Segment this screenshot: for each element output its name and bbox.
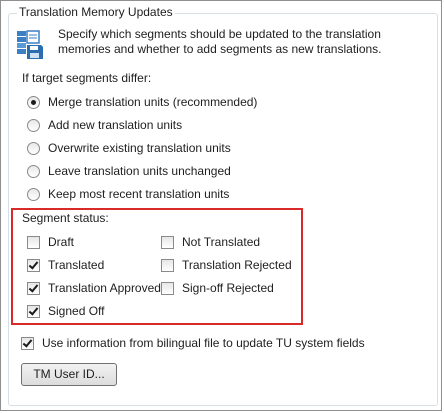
radio-merge-label: Merge translation units (recommended): [48, 95, 258, 109]
radio-keep-recent-label: Keep most recent translation units: [48, 187, 230, 201]
segment-status-label: Segment status:: [22, 211, 109, 225]
tm-user-id-button[interactable]: TM User ID...: [21, 363, 117, 386]
radio-add-new[interactable]: Add new translation units: [27, 117, 182, 133]
checkbox-signed-off[interactable]: Signed Off: [27, 303, 104, 319]
checkbox-draft-label: Draft: [48, 235, 75, 249]
radio-overwrite-label: Overwrite existing translation units: [48, 141, 231, 155]
radio-overwrite[interactable]: Overwrite existing translation units: [27, 140, 231, 156]
checkbox-translation-approved-label: Translation Approved: [48, 281, 161, 295]
checkbox-translation-approved[interactable]: Translation Approved: [27, 280, 161, 296]
checkbox-translated[interactable]: Translated: [27, 257, 104, 273]
radio-leave-unchanged[interactable]: Leave translation units unchanged: [27, 163, 231, 179]
checkbox-signoff-rejected-label: Sign-off Rejected: [182, 281, 274, 295]
radio-merge[interactable]: Merge translation units (recommended): [27, 94, 257, 110]
group-title: Translation Memory Updates: [17, 5, 175, 19]
checkbox-translation-rejected-box[interactable]: [161, 258, 174, 272]
target-differ-label: If target segments differ:: [22, 71, 152, 85]
checkbox-not-translated-label: Not Translated: [182, 235, 261, 249]
checkbox-use-bilingual-info[interactable]: Use information from bilingual file to u…: [21, 335, 365, 351]
checkbox-translated-box[interactable]: [27, 258, 40, 272]
tm-database-icon: [17, 30, 43, 59]
checkbox-use-bilingual-info-box[interactable]: [21, 336, 34, 350]
checkbox-translation-rejected[interactable]: Translation Rejected: [161, 257, 292, 273]
checkbox-signed-off-box[interactable]: [27, 304, 40, 318]
radio-keep-recent[interactable]: Keep most recent translation units: [27, 186, 229, 202]
checkbox-not-translated-box[interactable]: [161, 235, 174, 249]
checkbox-translation-rejected-label: Translation Rejected: [182, 258, 292, 272]
radio-leave-unchanged-label: Leave translation units unchanged: [48, 164, 231, 178]
checkbox-signed-off-label: Signed Off: [48, 304, 105, 318]
checkbox-translated-label: Translated: [48, 258, 105, 272]
group-description: Specify which segments should be updated…: [58, 27, 382, 56]
radio-merge-indicator[interactable]: [27, 95, 40, 109]
checkbox-not-translated[interactable]: Not Translated: [161, 234, 260, 250]
checkbox-draft[interactable]: Draft: [27, 234, 74, 250]
radio-add-new-label: Add new translation units: [48, 118, 183, 132]
radio-keep-recent-indicator[interactable]: [27, 187, 40, 201]
checkbox-translation-approved-box[interactable]: [27, 281, 40, 295]
radio-overwrite-indicator[interactable]: [27, 141, 40, 155]
checkbox-draft-box[interactable]: [27, 235, 40, 249]
checkbox-use-bilingual-info-label: Use information from bilingual file to u…: [42, 336, 365, 350]
checkbox-signoff-rejected-box[interactable]: [161, 281, 174, 295]
dialog-frame: Translation Memory Updates Specify which…: [0, 0, 442, 411]
radio-leave-unchanged-indicator[interactable]: [27, 164, 40, 178]
radio-add-new-indicator[interactable]: [27, 118, 40, 132]
checkbox-signoff-rejected[interactable]: Sign-off Rejected: [161, 280, 274, 296]
